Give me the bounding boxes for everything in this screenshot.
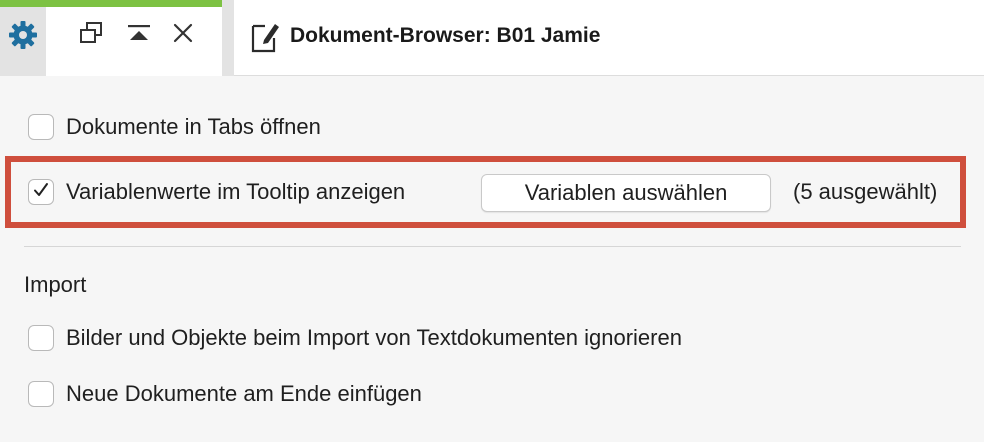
- active-indicator: [0, 0, 222, 7]
- option-ignore-images[interactable]: Bilder und Objekte beim Import von Textd…: [28, 323, 682, 353]
- gear-icon: [8, 20, 38, 55]
- close-icon: [172, 22, 194, 49]
- append-end-checkbox[interactable]: [28, 381, 54, 407]
- move-to-top-icon: [127, 23, 151, 48]
- toolbar-separator: [222, 0, 234, 76]
- window-header: Dokument-Browser: B01 Jamie: [234, 0, 984, 76]
- window-title: Dokument-Browser: B01 Jamie: [290, 24, 601, 47]
- option-append-end[interactable]: Neue Dokumente am Ende einfügen: [28, 379, 422, 409]
- section-divider: [24, 246, 961, 247]
- edit-document-icon: [250, 20, 280, 59]
- ignore-images-label: Bilder und Objekte beim Import von Textd…: [66, 325, 682, 350]
- title-bar: Dokument-Browser: B01 Jamie: [0, 0, 984, 76]
- move-to-top-button[interactable]: [126, 22, 152, 48]
- selected-count: (5 ausgewählt): [793, 179, 938, 204]
- settings-button[interactable]: [0, 0, 46, 76]
- ignore-images-checkbox[interactable]: [28, 325, 54, 351]
- window-controls: [46, 7, 222, 76]
- import-section-title: Import: [24, 272, 87, 297]
- checkmark-icon: [32, 181, 50, 204]
- option-tooltip-values[interactable]: Variablenwerte im Tooltip anzeigen: [28, 177, 405, 207]
- restore-window-button[interactable]: [78, 21, 104, 49]
- tooltip-values-checkbox[interactable]: [28, 179, 54, 205]
- append-end-label: Neue Dokumente am Ende einfügen: [66, 381, 422, 406]
- option-open-in-tabs[interactable]: Dokumente in Tabs öffnen: [28, 112, 321, 142]
- restore-window-icon: [79, 21, 103, 49]
- tooltip-values-label: Variablenwerte im Tooltip anzeigen: [66, 179, 406, 204]
- close-button[interactable]: [170, 22, 196, 48]
- open-in-tabs-checkbox[interactable]: [28, 114, 54, 140]
- select-variables-button[interactable]: Variablen auswählen: [481, 174, 771, 212]
- open-in-tabs-label: Dokumente in Tabs öffnen: [66, 114, 321, 139]
